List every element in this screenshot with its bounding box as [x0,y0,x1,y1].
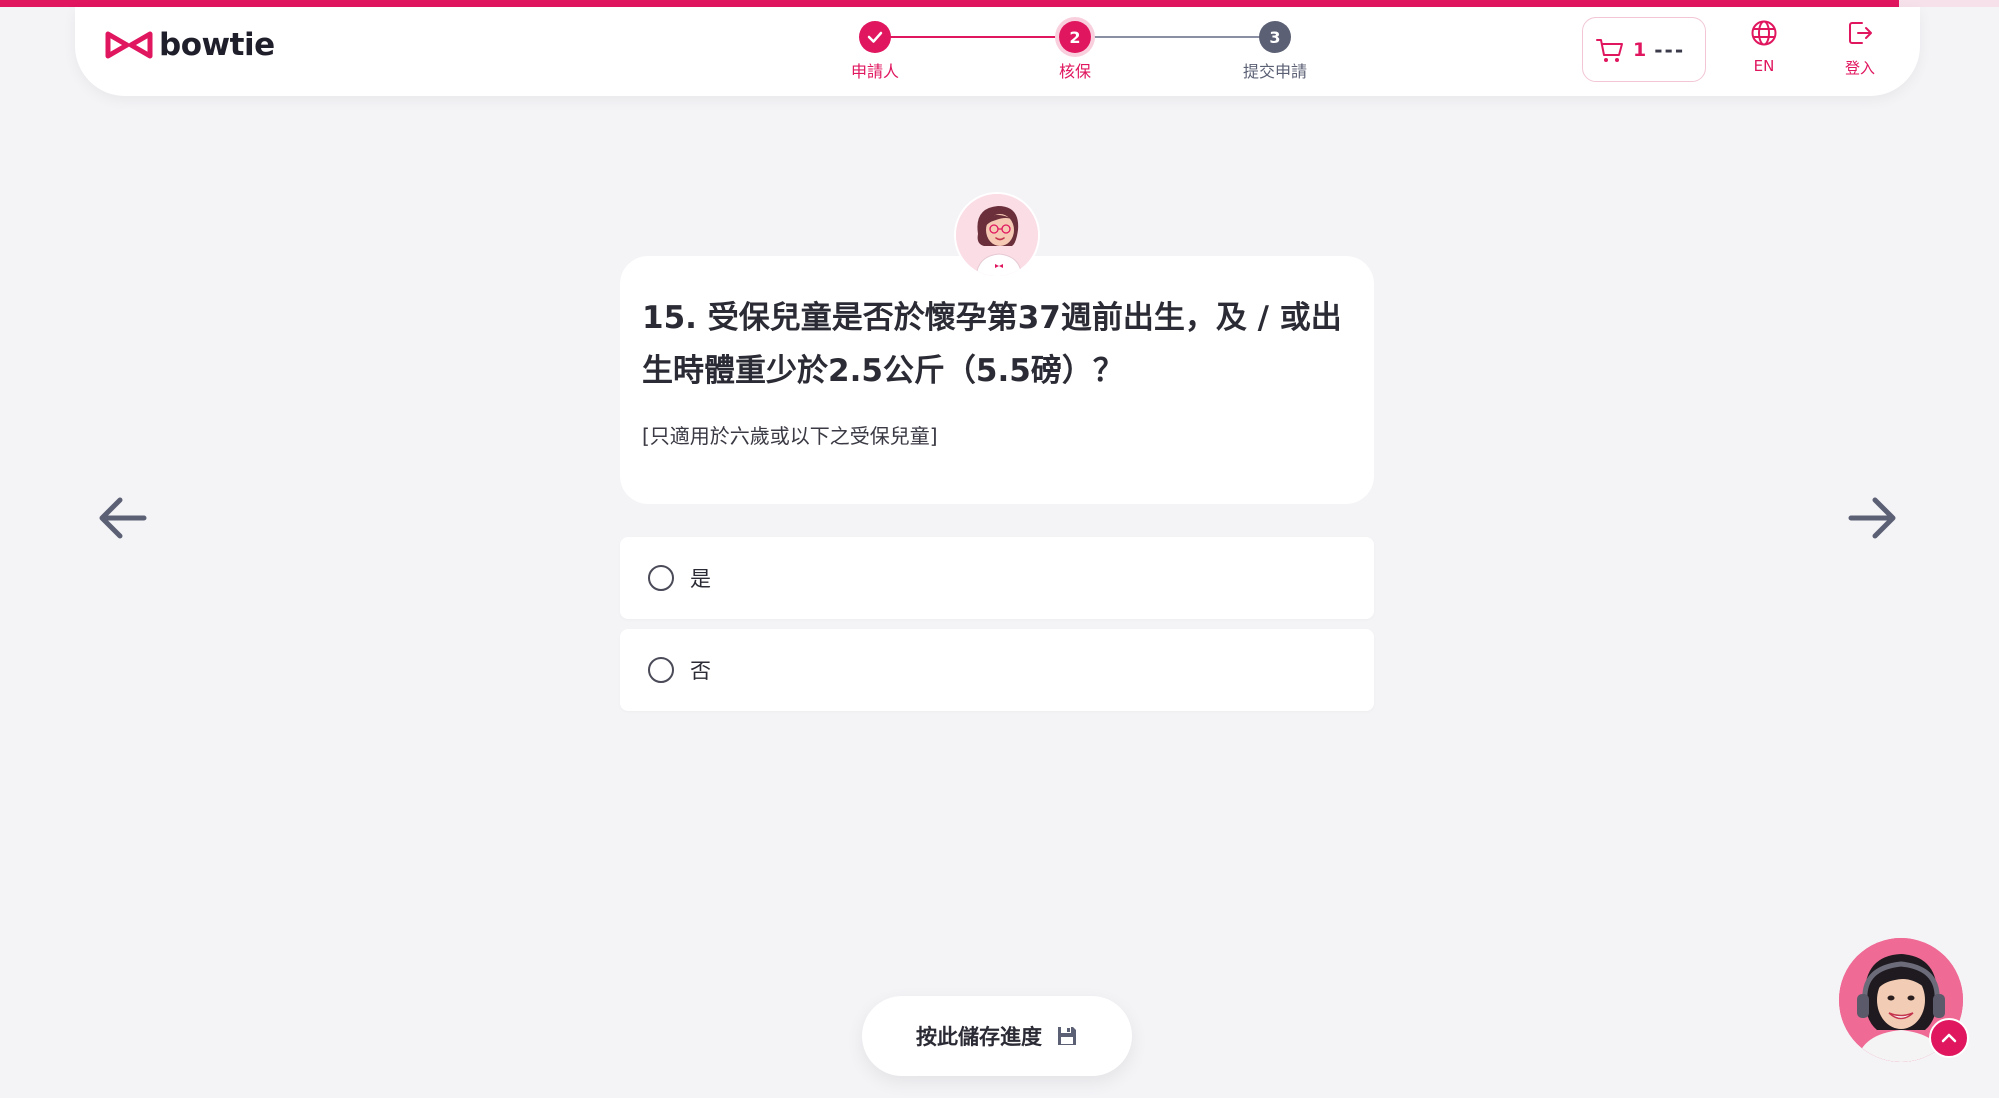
top-progress-bar [0,0,1999,7]
application-stepper: 申請人 2 核保 3 提交申請 [765,13,1307,93]
step-submit: 3 提交申請 [1215,21,1335,82]
chat-expand-button[interactable] [1929,1018,1969,1058]
chevron-up-icon [1941,1033,1957,1043]
step-complete-circle [859,21,891,53]
login-button[interactable]: 登入 [1825,19,1895,78]
globe-icon [1751,20,1777,46]
bowtie-icon [105,31,153,59]
step-underwriting: 2 核保 [1015,21,1135,82]
question-note: [只適用於六歲或以下之受保兒童] [642,424,938,448]
question-card: 15. 受保兒童是否於懷孕第37週前出生，及 / 或出生時體重少於2.5公斤（5… [620,256,1374,504]
arrow-right-icon [1848,497,1896,539]
check-icon [867,31,883,43]
bowtie-logo[interactable]: bowtie [105,27,275,63]
cart-button[interactable]: 1 --- [1582,17,1706,82]
step-applicant: 申請人 [815,21,935,82]
radio-button[interactable] [648,565,674,591]
language-label: EN [1753,57,1775,75]
header: bowtie 申請人 2 核保 3 提交申請 1 --- EN 登入 [75,7,1920,96]
floppy-disk-icon [1058,1027,1076,1045]
step-current-circle: 2 [1059,21,1091,53]
previous-question-button[interactable] [92,488,152,548]
step-label: 申請人 [850,62,899,81]
answer-option-yes[interactable]: 是 [620,537,1374,619]
question-title: 15. 受保兒童是否於懷孕第37週前出生，及 / 或出生時體重少於2.5公斤（5… [642,300,1342,389]
step-todo-circle: 3 [1259,21,1291,53]
answer-label: 否 [690,659,711,683]
cart-icon [1596,38,1623,62]
save-progress-label: 按此儲存進度 [916,1025,1042,1049]
next-question-button[interactable] [1843,488,1903,548]
cart-count: 1 [1633,38,1647,61]
radio-button[interactable] [648,657,674,683]
step-label: 核保 [1058,62,1091,81]
brand-name: bowtie [159,27,275,63]
login-icon [1849,22,1872,44]
chat-assistant-button[interactable] [1839,938,1969,1062]
answer-option-no[interactable]: 否 [620,629,1374,711]
language-button[interactable]: EN [1729,19,1799,75]
advisor-illustration-icon [956,194,1038,276]
save-progress-button[interactable]: 按此儲存進度 [862,996,1132,1076]
cart-amount: --- [1654,37,1686,62]
advisor-avatar [954,192,1040,278]
step-label: 提交申請 [1242,62,1307,81]
arrow-left-icon [99,497,147,539]
login-label: 登入 [1844,59,1875,77]
top-progress-fill [0,0,1900,7]
answer-label: 是 [690,567,711,591]
